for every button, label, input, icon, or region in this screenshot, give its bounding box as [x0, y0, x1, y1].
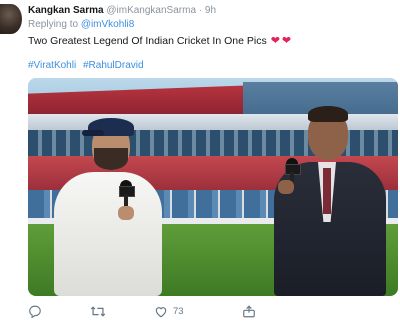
- author-name[interactable]: Kangkan Sarma: [28, 5, 104, 16]
- retweet-icon: [90, 305, 106, 317]
- cricketer-cap-brim: [82, 130, 104, 136]
- tweet-text: Two Greatest Legend Of Indian Cricket In…: [28, 35, 291, 47]
- like-button[interactable]: 73: [154, 305, 184, 318]
- tweet-header: Kangkan Sarma @imKangkanSarma · 9h: [28, 4, 392, 17]
- reply-mention-link[interactable]: @imVkohli8: [81, 19, 135, 30]
- cricketer-shirt: [54, 172, 162, 296]
- hashtag-row: #ViratKohli #RahulDravid: [28, 60, 144, 71]
- author-handle[interactable]: @imKangkanSarma: [106, 5, 196, 16]
- cricketer-beard: [94, 148, 128, 170]
- presenter-tie: [323, 168, 331, 214]
- tweet-body: Two Greatest Legend Of Indian Cricket In…: [28, 35, 267, 47]
- heart-emoji-icon: ❤: [270, 34, 280, 47]
- tweet-time[interactable]: 9h: [205, 5, 216, 16]
- share-button[interactable]: [242, 304, 256, 318]
- avatar[interactable]: [0, 4, 22, 34]
- header-separator: ·: [198, 5, 203, 16]
- reply-prefix: Replying to: [28, 19, 79, 30]
- reply-context: Replying to @imVkohli8: [28, 19, 134, 30]
- heart-emoji-icon: ❤: [281, 34, 292, 47]
- reply-button[interactable]: [28, 305, 42, 318]
- share-icon: [242, 304, 255, 317]
- tweet-photo[interactable]: [28, 78, 398, 296]
- tweet-actions: 73: [28, 303, 392, 319]
- photo-presenter-figure: [260, 100, 390, 296]
- presenter-hair: [308, 106, 348, 122]
- like-count: 73: [173, 305, 184, 317]
- photo-cricketer-figure: [48, 106, 168, 296]
- emoji-group: ❤ ❤: [270, 34, 292, 47]
- hashtag-link[interactable]: #ViratKohli: [28, 60, 76, 71]
- presenter-hand: [278, 180, 294, 194]
- heart-icon: [155, 306, 167, 317]
- hashtag-link[interactable]: #RahulDravid: [83, 60, 144, 71]
- reply-icon: [29, 305, 41, 318]
- retweet-button[interactable]: [90, 305, 106, 318]
- cricketer-hand: [118, 206, 134, 220]
